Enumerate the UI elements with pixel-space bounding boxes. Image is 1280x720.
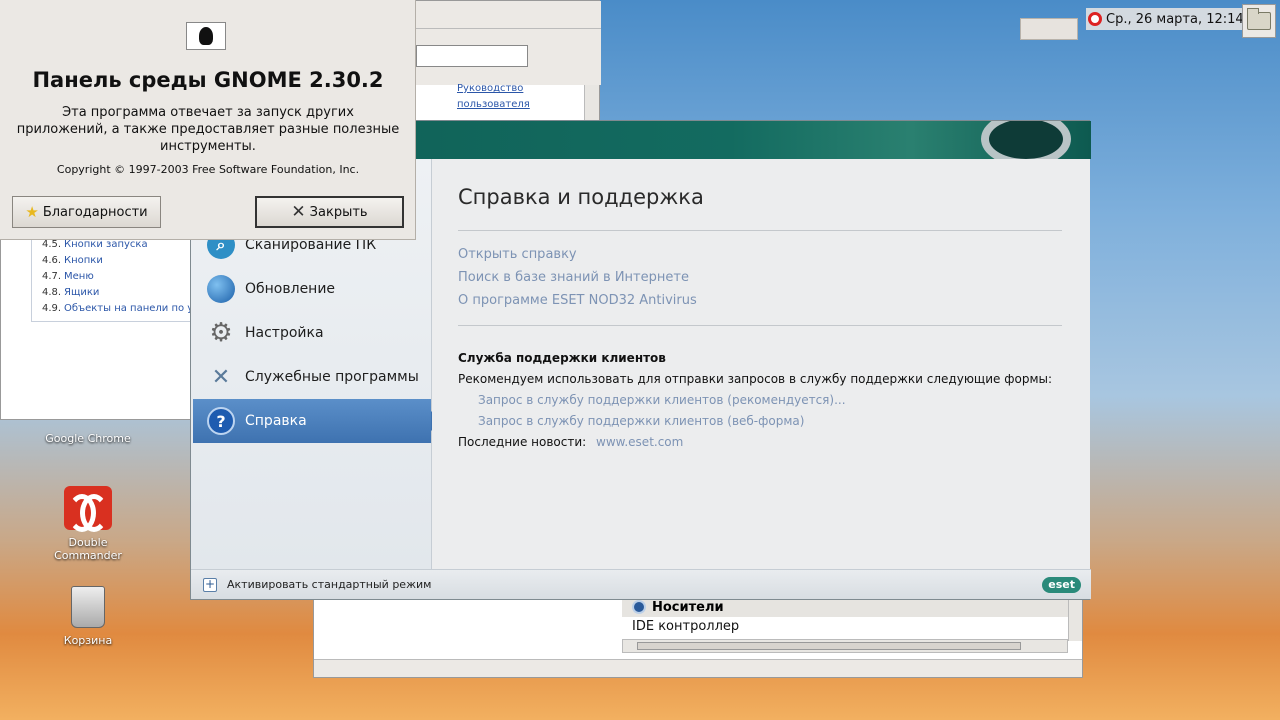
tools-icon: ✕: [211, 364, 231, 390]
copyright-text: Copyright © 1997-2003 Free Software Foun…: [56, 163, 360, 176]
sidebar-item-update[interactable]: Обновление: [193, 267, 431, 311]
sidebar-item-tools[interactable]: ✕ Служебные программы: [193, 355, 431, 399]
eset-content-pane: Справка и поддержка Открыть справку Поис…: [432, 159, 1090, 569]
sidebar-item-label: Настройка: [245, 325, 324, 341]
sidebar-item-label: Справка: [245, 413, 307, 429]
open-help-link[interactable]: Открыть справку: [458, 247, 577, 262]
sidebar-item-help[interactable]: ? Справка: [193, 399, 441, 443]
plus-icon[interactable]: +: [203, 577, 217, 592]
desktop-icon-chrome[interactable]: Google Chrome: [33, 432, 143, 445]
dialog-description: Эта программа отвечает за запуск других …: [16, 105, 400, 154]
news-label: Последние новости:: [458, 435, 587, 449]
status-bar: [314, 659, 1082, 677]
help-toolbar: [416, 1, 601, 29]
gnome-logo-icon: [186, 22, 226, 50]
support-request-link[interactable]: Запрос в службу поддержки клиентов (реко…: [478, 393, 846, 407]
standard-mode-link[interactable]: Активировать стандартный режим: [227, 578, 431, 591]
help-scrollbar[interactable]: [584, 85, 599, 125]
settings-icon: ⚙: [209, 318, 233, 348]
media-section-header: Носители: [622, 597, 1082, 617]
ide-controller-item[interactable]: IDE контроллер: [632, 619, 739, 634]
sidebar-item-label: Обновление: [245, 281, 336, 297]
divider: [458, 325, 1062, 326]
clock-applet[interactable]: Ср., 26 марта, 12:14: [1086, 8, 1250, 30]
help-address-field[interactable]: [416, 45, 528, 67]
toc-item[interactable]: 4.7. Меню: [42, 269, 196, 285]
trash-icon: [71, 586, 105, 628]
record-icon: [1088, 12, 1102, 26]
desktop-icon-label: Корзина: [63, 634, 113, 647]
help-icon: ?: [207, 407, 235, 435]
user-guide-link-line1[interactable]: Руководство: [457, 83, 523, 94]
files-button[interactable]: [1242, 4, 1276, 38]
dialog-title: Панель среды GNOME 2.30.2: [32, 68, 384, 92]
help-toc-list: 4.5. Кнопки запуска 4.6. Кнопки 4.7. Меню 4…: [31, 237, 196, 322]
sidebar-item-label: Служебные программы: [245, 369, 419, 385]
desktop-icon-trash[interactable]: Корзина: [33, 586, 143, 647]
eset-footer: + Активировать стандартный режим eset: [191, 569, 1091, 599]
desktop-icon-label: Google Chrome: [45, 432, 131, 445]
gnome-about-dialog: Панель среды GNOME 2.30.2 Эта программа …: [0, 0, 416, 240]
close-label: Закрыть: [309, 204, 368, 220]
support-webform-link[interactable]: Запрос в службу поддержки клиентов (веб-…: [478, 414, 804, 428]
kb-search-link[interactable]: Поиск в базе знаний в Интернете: [458, 270, 689, 285]
credits-button[interactable]: ★ Благодарности: [12, 196, 161, 228]
clock-text: Ср., 26 марта, 12:14: [1106, 11, 1244, 27]
credits-label: Благодарности: [42, 204, 148, 220]
disk-icon: [632, 600, 646, 614]
eset-logo: eset: [1042, 577, 1081, 593]
hardware-info-window: Носители IDE контроллер: [313, 596, 1083, 678]
news-link[interactable]: www.eset.com: [596, 435, 683, 449]
update-icon: [207, 275, 235, 303]
desktop-icon-double-commander[interactable]: Double Commander: [33, 486, 143, 562]
support-heading: Служба поддержки клиентов: [458, 351, 666, 365]
close-button[interactable]: ✕ Закрыть: [255, 196, 404, 228]
horizontal-scrollbar[interactable]: [622, 639, 1068, 653]
toc-item[interactable]: 4.6. Кнопки: [42, 253, 196, 269]
divider: [458, 230, 1062, 231]
sidebar-item-settings[interactable]: ⚙ Настройка: [193, 311, 431, 355]
star-icon: ★: [25, 203, 39, 221]
desktop-icon-label: Double Commander: [54, 536, 122, 562]
support-text: Рекомендуем использовать для отправки за…: [458, 372, 1053, 386]
close-icon: ✕: [291, 202, 306, 222]
user-guide-link-line2[interactable]: пользователя: [457, 99, 530, 110]
news-row: Последние новости: www.eset.com: [458, 435, 683, 449]
about-program-link[interactable]: О программе ESET NOD32 Antivirus: [458, 293, 697, 308]
vertical-scrollbar[interactable]: [1068, 597, 1082, 641]
folder-icon: [1247, 8, 1271, 30]
page-title: Справка и поддержка: [458, 185, 704, 209]
double-commander-icon: [64, 486, 112, 532]
eset-eye-graphic: [981, 121, 1071, 159]
panel-tray-box: [1020, 18, 1078, 40]
toc-item[interactable]: 4.9. Объекты на панели по ум: [42, 301, 196, 317]
toc-item[interactable]: 4.8. Ящики: [42, 285, 196, 301]
scroll-thumb[interactable]: [637, 642, 1021, 650]
